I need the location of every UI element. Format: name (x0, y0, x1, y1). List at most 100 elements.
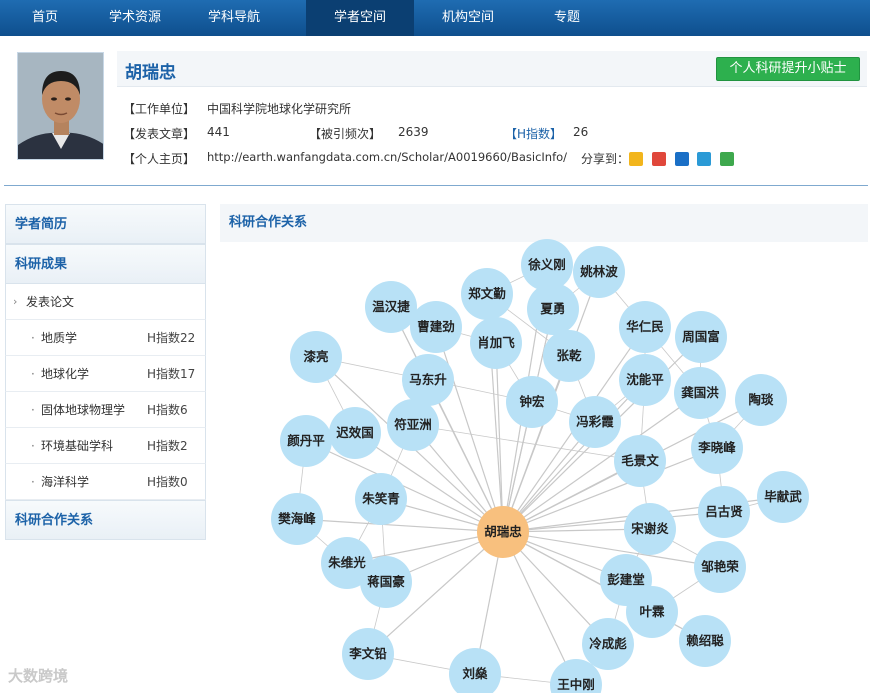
graph-node[interactable]: 李晓峰 (691, 422, 743, 474)
graph-node[interactable]: 漆亮 (290, 331, 342, 383)
graph-node[interactable]: 姚林波 (573, 246, 625, 298)
graph-node[interactable]: 肖加飞 (470, 317, 522, 369)
subject-item[interactable]: · 地球化学 H指数17 (5, 356, 206, 392)
sidebar-item-coop[interactable]: 科研合作关系 (5, 500, 206, 540)
graph-node-label: 冷成彪 (589, 636, 627, 651)
subject-h-index: H指数0 (147, 475, 188, 489)
graph-node-label: 曹建劲 (417, 319, 455, 334)
graph-node[interactable]: 龚国洪 (674, 367, 726, 419)
graph-node-label: 叶霖 (639, 604, 665, 619)
graph-node-label: 龚国洪 (681, 385, 719, 400)
nav-item-2[interactable]: 学科导航 (180, 0, 288, 36)
share-label: 分享到： (581, 152, 630, 166)
graph-node[interactable]: 邹艳荣 (694, 541, 746, 593)
graph-node-label: 朱维光 (328, 555, 366, 570)
bullet-icon: · (31, 367, 35, 381)
bullet-icon: · (31, 331, 35, 345)
watermark: 大数跨境 (8, 667, 69, 685)
graph-node[interactable]: 沈能平 (619, 354, 671, 406)
graph-node[interactable]: 朱笑青 (355, 473, 407, 525)
graph-node-label: 温汉捷 (372, 299, 410, 314)
citations-value: 2639 (398, 125, 429, 139)
graph-node[interactable]: 毕献武 (757, 471, 809, 523)
graph-node[interactable]: 李文铅 (342, 628, 394, 680)
weibo-icon[interactable] (651, 152, 666, 166)
graph-node[interactable]: 叶霖 (626, 586, 678, 638)
graph-node[interactable]: 徐义刚 (521, 239, 573, 291)
graph-node-label: 毛景文 (621, 453, 659, 468)
graph-node[interactable]: 颜丹平 (280, 415, 332, 467)
subject-item[interactable]: · 地质学 H指数22 (5, 320, 206, 356)
graph-node[interactable]: 曹建劲 (410, 301, 462, 353)
graph-node-center-label: 胡瑞忠 (484, 524, 522, 539)
graph-node[interactable]: 张乾 (543, 330, 595, 382)
sidebar: 学者简历 科研成果 › 发表论文 · 地质学 H指数22 · 地球化学 H指数17 · 固体地… (5, 204, 206, 543)
graph-node-label: 肖加飞 (477, 335, 515, 350)
section-divider (4, 185, 868, 186)
sidebar-item-papers-label: 发表论文 (26, 295, 75, 309)
graph-node-label: 朱笑青 (362, 491, 400, 506)
graph-node-label: 钟宏 (519, 394, 544, 409)
graph-node[interactable]: 蒋国豪 (360, 556, 412, 608)
nav-item-0[interactable]: 首页 (0, 0, 90, 36)
subject-h-index: H指数2 (147, 439, 188, 453)
nav-item-3[interactable]: 学者空间 (306, 0, 414, 36)
graph-node[interactable]: 符亚洲 (387, 399, 439, 451)
graph-node[interactable]: 钟宏 (506, 376, 558, 428)
graph-node[interactable]: 宋谢炎 (624, 503, 676, 555)
renren-icon[interactable] (674, 152, 689, 166)
graph-node[interactable]: 迟效国 (329, 407, 381, 459)
research-tips-button[interactable]: 个人科研提升小贴士 (716, 57, 860, 81)
bullet-icon: · (31, 403, 35, 417)
douban-icon[interactable] (720, 152, 735, 166)
graph-node-label: 徐义刚 (527, 257, 566, 272)
graph-node-label: 宋谢炎 (630, 521, 669, 536)
scholar-name: 胡瑞忠 (125, 63, 176, 83)
graph-node[interactable]: 郑文勤 (461, 268, 513, 320)
subject-item[interactable]: · 环境基础学科 H指数2 (5, 428, 206, 464)
graph-node[interactable]: 周国富 (675, 311, 727, 363)
graph-node[interactable]: 华仁民 (619, 301, 671, 353)
graph-node-label: 彭建堂 (607, 572, 645, 587)
papers-value: 441 (207, 125, 230, 139)
coop-title: 科研合作关系 (220, 204, 868, 242)
graph-node-label: 刘燊 (462, 666, 488, 681)
graph-node[interactable]: 吕古贤 (698, 486, 750, 538)
chevron-right-icon: › (13, 295, 18, 308)
graph-node-center[interactable]: 胡瑞忠 (477, 506, 529, 558)
graph-node[interactable]: 夏勇 (527, 283, 579, 335)
graph-node[interactable]: 陶琰 (735, 374, 787, 426)
graph-node-label: 华仁民 (626, 319, 664, 334)
graph-node-label: 毕献武 (764, 489, 802, 504)
bullet-icon: · (31, 439, 35, 453)
graph-node[interactable]: 马东升 (402, 354, 454, 406)
graph-node[interactable]: 毛景文 (614, 435, 666, 487)
avatar (17, 52, 104, 160)
subject-name: 海洋科学 (41, 475, 90, 489)
graph-node[interactable]: 樊海峰 (271, 493, 323, 545)
nav-item-1[interactable]: 学术资源 (90, 0, 180, 36)
graph-node-label: 姚林波 (579, 264, 618, 279)
subject-item[interactable]: · 海洋科学 H指数0 (5, 464, 206, 500)
graph-node-label: 赖绍聪 (686, 633, 724, 648)
sidebar-item-papers[interactable]: › 发表论文 (5, 284, 206, 320)
sidebar-item-results[interactable]: 科研成果 (5, 244, 206, 284)
subject-name: 地质学 (41, 331, 78, 345)
homepage-link[interactable]: http://earth.wanfangdata.com.cn/Scholar/… (207, 150, 567, 164)
qzone-icon[interactable] (629, 152, 643, 166)
graph-node[interactable]: 赖绍聪 (679, 615, 731, 667)
graph-node-label: 迟效国 (336, 425, 374, 440)
graph-node-label: 陶琰 (748, 392, 774, 407)
nav-item-5[interactable]: 专题 (522, 0, 612, 36)
graph-node[interactable]: 温汉捷 (365, 281, 417, 333)
subject-name: 固体地球物理学 (41, 403, 126, 417)
graph-node[interactable]: 冷成彪 (582, 618, 634, 670)
sidebar-item-bio[interactable]: 学者简历 (5, 204, 206, 244)
nav-item-4[interactable]: 机构空间 (414, 0, 522, 36)
tencent-icon[interactable] (697, 152, 712, 166)
graph-node-label: 郑文勤 (468, 286, 506, 301)
graph-node[interactable]: 冯彩霞 (569, 396, 621, 448)
citations-label: 【被引频次】 (309, 127, 382, 141)
bullet-icon: · (31, 475, 35, 489)
subject-item[interactable]: · 固体地球物理学 H指数6 (5, 392, 206, 428)
